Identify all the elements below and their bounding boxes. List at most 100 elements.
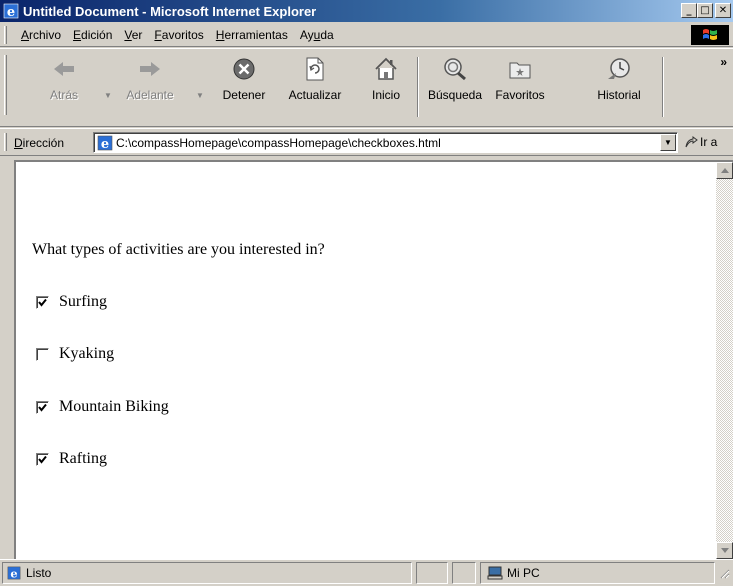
option-label: Rafting bbox=[59, 450, 107, 467]
status-text: Listo bbox=[26, 566, 52, 580]
option-mountain-biking[interactable]: Mountain Biking bbox=[36, 398, 169, 416]
address-field[interactable]: e ▼ bbox=[93, 132, 678, 153]
refresh-label: Actualizar bbox=[288, 88, 342, 102]
forward-button[interactable]: Adelante bbox=[118, 54, 182, 124]
title-bar[interactable]: e Untitled Document - Microsoft Internet… bbox=[0, 0, 733, 22]
search-icon bbox=[442, 56, 468, 82]
vertical-scrollbar[interactable] bbox=[716, 162, 733, 559]
question-text: What types of activities are you interes… bbox=[32, 241, 325, 258]
toolbar-separator bbox=[662, 57, 664, 117]
history-icon bbox=[606, 56, 632, 82]
checkbox-surfing[interactable] bbox=[36, 295, 49, 309]
arrow-up-icon bbox=[720, 168, 729, 173]
history-button[interactable]: Historial bbox=[589, 54, 649, 124]
menu-herramientas[interactable]: Herramientas bbox=[210, 28, 294, 42]
page-icon: e bbox=[97, 135, 113, 152]
windows-logo-icon bbox=[691, 25, 729, 45]
address-dropdown-button[interactable]: ▼ bbox=[660, 134, 676, 151]
menu-ayuda[interactable]: Ayuda bbox=[294, 28, 340, 42]
back-dropdown-icon[interactable]: ▼ bbox=[104, 91, 112, 100]
stop-button[interactable]: Detener bbox=[214, 54, 274, 124]
forward-arrow-icon bbox=[137, 56, 163, 82]
menu-favoritos[interactable]: Favoritos bbox=[148, 28, 209, 42]
menubar-grip[interactable] bbox=[4, 25, 7, 44]
home-button[interactable]: Inicio bbox=[366, 54, 406, 124]
svg-text:e: e bbox=[10, 566, 17, 580]
menu-archivo[interactable]: Archivo bbox=[15, 28, 67, 42]
stop-label: Detener bbox=[222, 88, 266, 102]
resize-grip[interactable] bbox=[718, 562, 731, 584]
menu-bar: Archivo Edición Ver Favoritos Herramient… bbox=[0, 23, 733, 47]
menu-archivo-rest: rchivo bbox=[29, 27, 62, 42]
menu-archivo-accel: A bbox=[21, 27, 30, 42]
zone-text: Mi PC bbox=[507, 566, 540, 580]
option-rafting[interactable]: Rafting bbox=[36, 450, 107, 468]
favorites-folder-icon bbox=[507, 56, 533, 82]
home-label: Inicio bbox=[371, 88, 400, 102]
close-icon: ✕ bbox=[718, 4, 728, 16]
toolbar-separator bbox=[417, 57, 419, 117]
maximize-button[interactable]: □ bbox=[697, 3, 713, 18]
menu-ver-rest: er bbox=[131, 27, 143, 42]
menu-herramientas-rest: erramientas bbox=[224, 27, 288, 42]
checkbox-kyaking[interactable] bbox=[36, 347, 49, 361]
status-zone-pane: Mi PC bbox=[480, 562, 715, 584]
address-label-rest: irección bbox=[22, 136, 65, 150]
chevron-down-icon: ▼ bbox=[664, 138, 672, 147]
status-bar: e Listo Mi PC bbox=[0, 559, 733, 586]
history-label: Historial bbox=[597, 88, 641, 102]
arrow-down-icon bbox=[720, 548, 729, 553]
scroll-up-button[interactable] bbox=[716, 162, 733, 179]
back-arrow-icon bbox=[51, 56, 77, 82]
option-label: Mountain Biking bbox=[59, 398, 169, 415]
menu-ver-accel: V bbox=[124, 27, 132, 42]
forward-dropdown-icon[interactable]: ▼ bbox=[196, 91, 204, 100]
menu-ayuda-pre: Ay bbox=[299, 27, 314, 42]
toolbar-overflow-button[interactable]: » bbox=[720, 55, 727, 69]
favorites-button[interactable]: Favoritos bbox=[489, 54, 551, 124]
menu-ayuda-rest: da bbox=[320, 27, 334, 42]
stop-icon bbox=[231, 56, 257, 82]
go-arrow-icon bbox=[685, 136, 698, 148]
option-label: Surfing bbox=[59, 293, 107, 310]
close-button[interactable]: ✕ bbox=[715, 3, 731, 18]
menu-edicion-rest: dición bbox=[81, 27, 113, 42]
checkbox-mountain-biking[interactable] bbox=[36, 400, 49, 414]
web-page: What types of activities are you interes… bbox=[16, 162, 716, 559]
refresh-button[interactable]: Actualizar bbox=[282, 54, 348, 124]
menu-favoritos-accel: F bbox=[154, 27, 162, 42]
ie-page-icon: e bbox=[7, 566, 21, 580]
minimize-icon: _ bbox=[686, 4, 692, 16]
checkbox-rafting[interactable] bbox=[36, 452, 49, 466]
address-label-accel: D bbox=[14, 136, 23, 150]
svg-text:e: e bbox=[7, 5, 15, 19]
favorites-label: Favoritos bbox=[495, 88, 545, 102]
back-label: Atrás bbox=[49, 88, 78, 102]
standard-toolbar: Atrás ▼ Adelante ▼ Detener Actualizar In… bbox=[0, 48, 733, 127]
option-surfing[interactable]: Surfing bbox=[36, 293, 107, 311]
search-label: Búsqueda bbox=[427, 88, 483, 102]
address-label: Dirección bbox=[14, 136, 64, 150]
option-kyaking[interactable]: Kyaking bbox=[36, 345, 114, 363]
home-icon bbox=[373, 56, 399, 82]
content-viewport: What types of activities are you interes… bbox=[14, 160, 733, 559]
my-computer-icon bbox=[487, 566, 503, 580]
menu-edicion[interactable]: Edición bbox=[67, 28, 118, 42]
search-button[interactable]: Búsqueda bbox=[424, 54, 486, 124]
back-button[interactable]: Atrás bbox=[36, 54, 92, 124]
status-text-pane: e Listo bbox=[2, 562, 412, 584]
ie-logo-icon: e bbox=[3, 3, 19, 19]
svg-text:e: e bbox=[101, 137, 109, 151]
option-label: Kyaking bbox=[59, 345, 115, 362]
menu-ver[interactable]: Ver bbox=[118, 28, 148, 42]
scroll-down-button[interactable] bbox=[716, 542, 733, 559]
addressbar-grip[interactable] bbox=[4, 133, 7, 151]
go-button[interactable]: Ir a bbox=[684, 135, 717, 149]
address-input[interactable] bbox=[116, 134, 656, 151]
maximize-icon: □ bbox=[700, 4, 710, 16]
resize-grip-icon bbox=[720, 569, 730, 579]
minimize-button[interactable]: _ bbox=[681, 3, 697, 18]
window-title: Untitled Document - Microsoft Internet E… bbox=[23, 3, 317, 19]
toolbar-grip[interactable] bbox=[4, 55, 7, 115]
status-pane-progress bbox=[416, 562, 448, 584]
